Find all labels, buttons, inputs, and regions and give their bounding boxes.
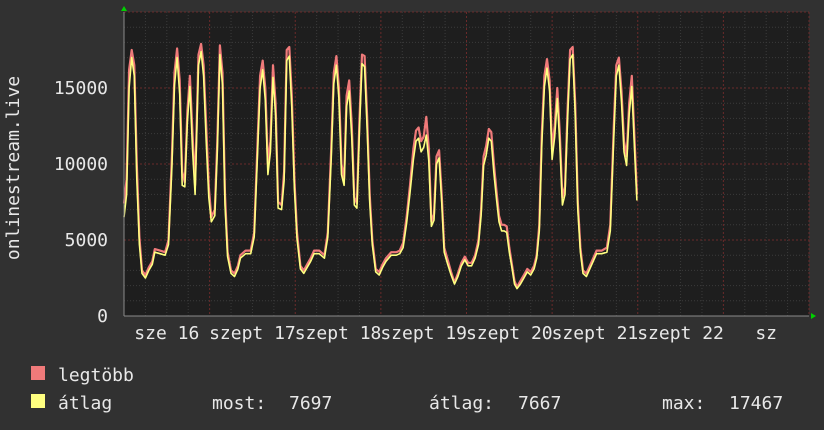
y-axis-label: onlinestream.live [3, 76, 24, 260]
legend-swatch-max [31, 366, 45, 380]
x-tick-label: sz [755, 323, 777, 344]
stat-max-value: 17467 [729, 393, 783, 414]
x-tick-label: szept 20 [466, 323, 553, 344]
y-tick-label: 15000 [54, 78, 108, 99]
y-tick-label: 0 [97, 306, 108, 327]
traffic-chart: 050001000015000 sze 16 szept 17szept 18sz… [0, 0, 824, 430]
y-tick-label: 5000 [65, 230, 108, 251]
x-tick-label: szept 21 [552, 323, 639, 344]
y-tick-label: 10000 [54, 154, 108, 175]
legend-label-avg: átlag [58, 393, 112, 414]
x-tick-label: szept 17 [209, 323, 296, 344]
x-tick-label: sze 16 [134, 323, 199, 344]
stat-atlag-value: 7667 [518, 393, 561, 414]
x-tick-label: szept 18 [295, 323, 382, 344]
x-tick-label: szept 22 [637, 323, 724, 344]
stat-max-label: max: [662, 393, 705, 414]
stat-most-label: most: [212, 393, 266, 414]
x-tick-labels: sze 16 szept 17szept 18szept 19szept 20sz… [134, 323, 777, 344]
legend-swatch-avg [31, 394, 45, 408]
x-tick-label: szept 19 [380, 323, 467, 344]
stat-atlag-label: átlag: [429, 393, 494, 414]
legend-label-max: legtöbb [58, 365, 134, 386]
stat-most-value: 7697 [289, 393, 332, 414]
